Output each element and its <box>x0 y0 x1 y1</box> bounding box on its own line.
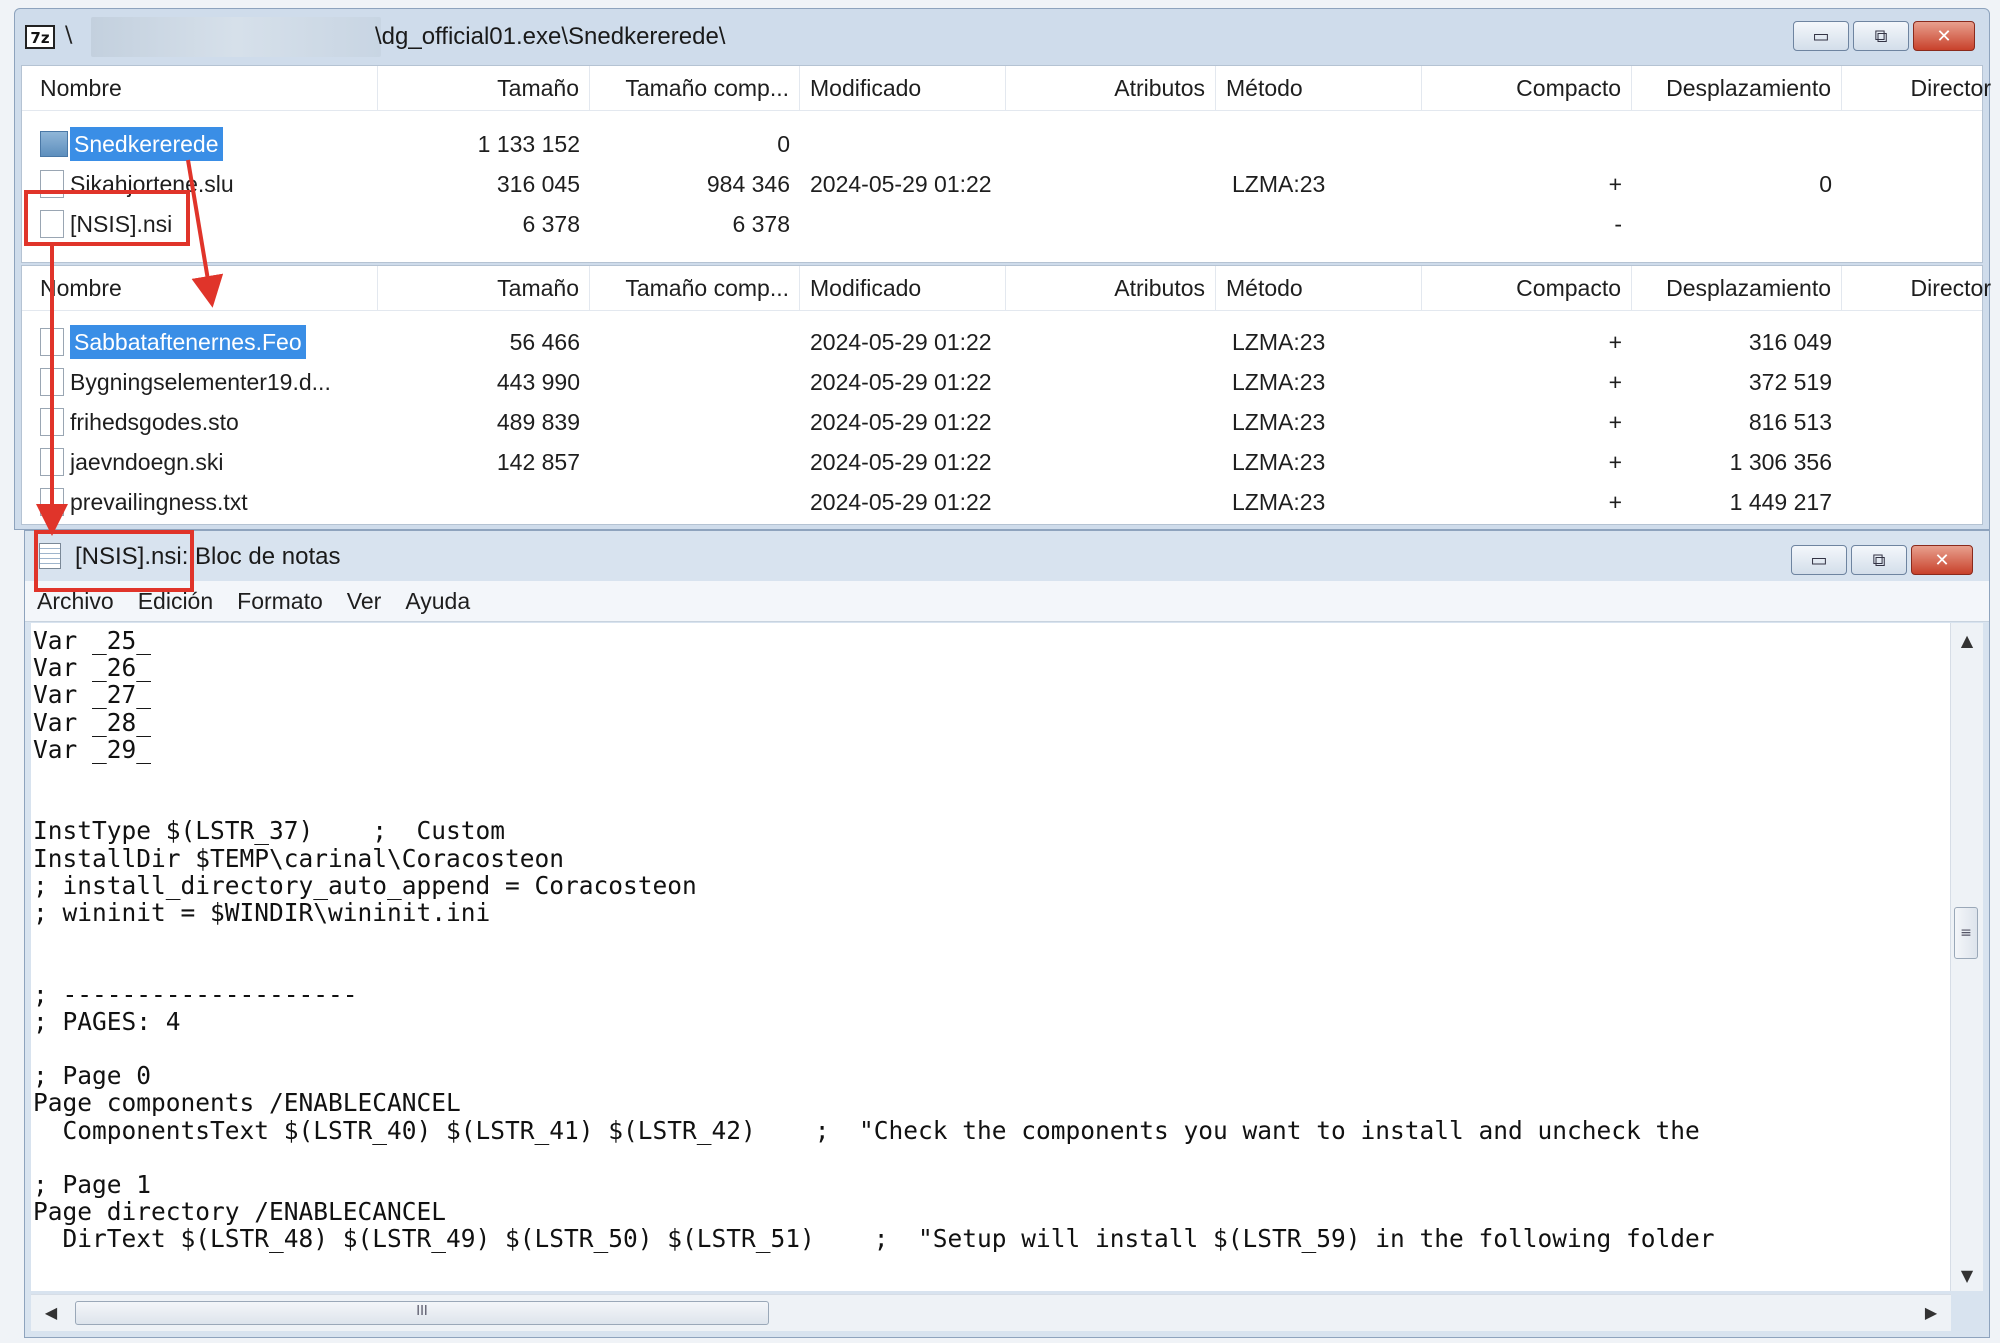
annotation-arrows <box>36 159 224 536</box>
arrow-to-bottom-pane <box>186 159 224 308</box>
